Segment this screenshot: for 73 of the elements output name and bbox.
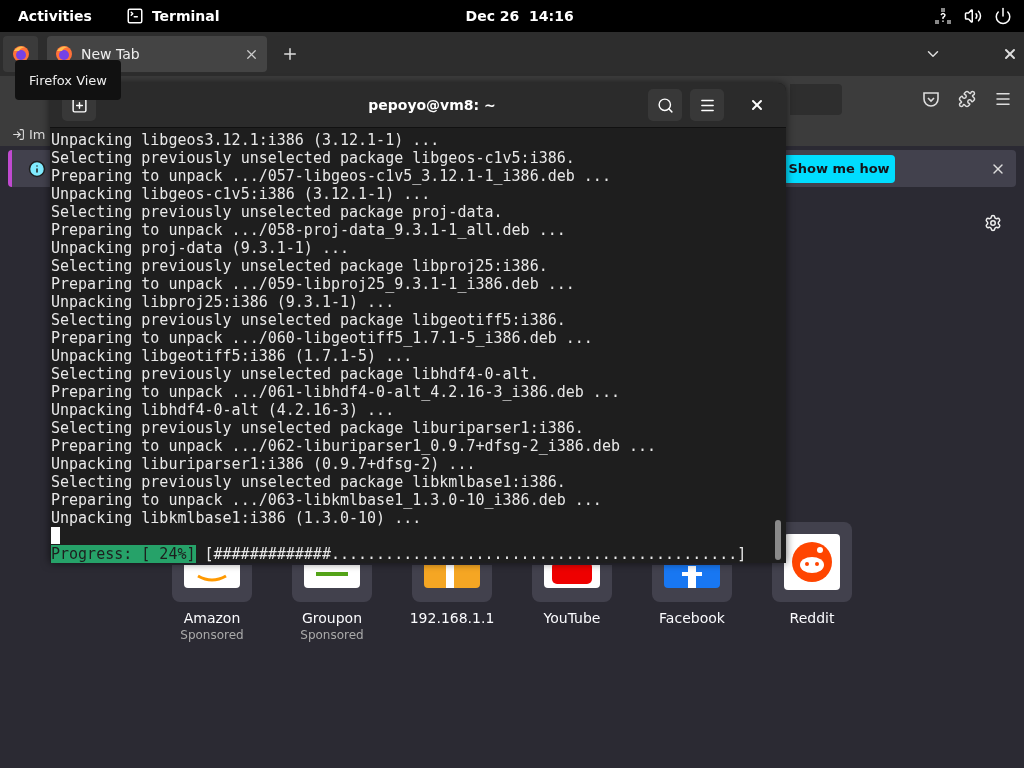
activities-button[interactable]: Activities [18, 8, 92, 24]
close-window-button[interactable] [1002, 46, 1018, 62]
firefox-logo-icon [11, 45, 30, 63]
terminal-line: Selecting previously unselected package proj-data. [51, 203, 503, 221]
shortcut-tile[interactable] [412, 565, 492, 602]
terminal-line: Unpacking libhdf4-0-alt (4.2.16-3) ... [51, 401, 395, 419]
shortcut-label: Facebook [659, 610, 725, 626]
terminal-line: Selecting previously unselected package libkmlbase1:i386. [51, 473, 566, 491]
terminal-line: Unpacking libgeos-c1v5:i386 (3.12.1-1) ... [51, 185, 431, 203]
close-icon [749, 97, 765, 113]
shortcut-label: YouTube [543, 610, 601, 626]
sponsored-label: Sponsored [180, 628, 244, 642]
terminal-line: Preparing to unpack .../060-libgeotiff5_1.7.1-5_i386.deb ... [51, 329, 593, 347]
terminal-line: Unpacking libgeotiff5:i386 (1.7.1-5) ... [51, 347, 413, 365]
alien-logo-icon [784, 534, 840, 590]
search-button[interactable] [648, 89, 682, 121]
app-menu[interactable]: Terminal [151, 8, 220, 24]
clock[interactable]: Dec 26 14:16 [465, 8, 574, 24]
site-logo-icon [424, 565, 480, 588]
terminal-line: Selecting previously unselected package libhdf4-0-alt. [51, 365, 539, 383]
shortcut-tile[interactable] [652, 565, 732, 602]
shopping-logo-icon [184, 565, 240, 588]
shortcut-tile[interactable] [172, 565, 252, 602]
settings-icon[interactable] [984, 214, 1002, 232]
terminal-line: Preparing to unpack .../061-libhdf4-0-alt_4.2.16-3_i386.deb ... [51, 383, 620, 401]
progress-label: Progress: [ 24%] [51, 545, 196, 563]
menu-button[interactable] [690, 89, 724, 121]
extensions-icon[interactable] [958, 90, 976, 108]
terminal-line: Unpacking libproj25:i386 (9.3.1-1) ... [51, 293, 395, 311]
terminal-line: Preparing to unpack .../063-libkmlbase1_1.3.0-10_i386.deb ... [51, 491, 602, 509]
shortcut-tile[interactable] [532, 565, 612, 602]
window-title: pepoyo@vm8: ~ [367, 97, 497, 113]
power-icon[interactable] [994, 7, 1012, 25]
terminal-line: Preparing to unpack .../057-libgeos-c1v5_3.12.1-1_i386.deb ... [51, 167, 611, 185]
shortcut-label: Groupon [301, 610, 363, 626]
shortcut-label: Reddit [789, 610, 835, 626]
social-logo-icon [664, 565, 720, 588]
terminal-line: Unpacking libgeos3.12.1:i386 (3.12.1-1) ... [51, 131, 440, 149]
shortcut-label: 192.168.1.1 [409, 610, 495, 626]
terminal-line: Unpacking proj-data (9.3.1-1) ... [51, 239, 349, 257]
volume-icon[interactable] [964, 7, 982, 25]
terminal-line: Selecting previously unselected package libproj25:i386. [51, 257, 548, 275]
terminal-line: Preparing to unpack .../058-proj-data_9.3.1-1_all.deb ... [51, 221, 566, 239]
terminal-line: Selecting previously unselected package liburiparser1:i386. [51, 419, 584, 437]
network-question-icon[interactable] [934, 7, 952, 25]
shortcut-tile[interactable] [292, 565, 372, 602]
terminal-line: Preparing to unpack .../062-liburiparser1_0.9.7+dfsg-2_i386.deb ... [51, 437, 657, 455]
progress-bar-text: [#############.............................................] [204, 545, 747, 563]
terminal-line: Unpacking liburiparser1:i386 (0.9.7+dfsg-2) ... [51, 455, 476, 473]
terminal-line: Preparing to unpack .../059-libproj25_9.3.1-1_i386.deb ... [51, 275, 575, 293]
video-logo-icon [544, 565, 600, 588]
terminal-line: Selecting previously unselected package libgeos-c1v5:i386. [51, 149, 575, 167]
shortcut-tile[interactable] [772, 522, 852, 602]
new-tab-button[interactable] [281, 45, 299, 63]
show-me-how-button[interactable]: Show me how [783, 154, 895, 183]
info-icon [28, 159, 46, 178]
terminal-line: Selecting previously unselected package libgeotiff5:i386. [51, 311, 566, 329]
menu-icon[interactable] [994, 90, 1012, 108]
pocket-icon[interactable] [922, 90, 940, 108]
tooltip: Firefox View [15, 60, 121, 100]
shopping-logo-icon [304, 565, 360, 588]
terminal-line: Unpacking libkmlbase1:i386 (1.3.0-10) ... [51, 509, 422, 527]
text-cursor [51, 527, 60, 544]
close-icon [1002, 46, 1018, 62]
search-icon [656, 96, 674, 114]
tab-title: New Tab [81, 46, 141, 62]
plus-icon [281, 45, 299, 63]
terminal-icon [125, 7, 144, 25]
import-icon [12, 127, 25, 141]
scrollbar[interactable] [775, 520, 781, 560]
shortcut-label: Amazon [183, 610, 241, 626]
bookmark-item[interactable]: Im [29, 126, 46, 142]
sponsored-label: Sponsored [300, 628, 364, 642]
